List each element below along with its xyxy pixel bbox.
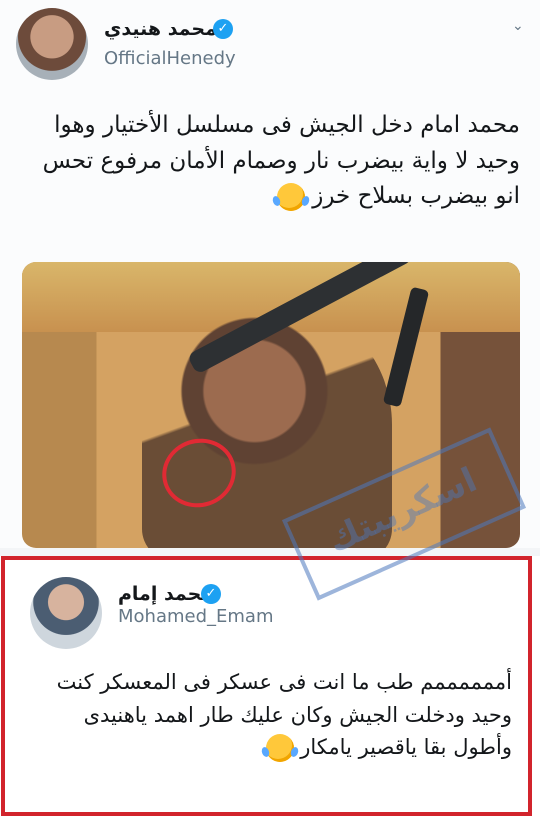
- chevron-down-icon[interactable]: ⌄: [512, 18, 526, 34]
- avatar[interactable]: [16, 8, 88, 80]
- reply-text: أممممممم طب ما انت فى عسكر فى المعسكر كن…: [38, 666, 512, 764]
- display-name[interactable]: محمد هنيدي: [104, 18, 217, 40]
- tears-of-joy-emoji-icon: [276, 182, 305, 211]
- tears-of-joy-emoji-icon: [265, 734, 294, 763]
- display-name[interactable]: محمد إمام: [118, 583, 213, 605]
- verified-badge-icon: ✓: [213, 19, 233, 39]
- tweet-text: محمد امام دخل الجيش فى مسلسل الأختيار وه…: [24, 108, 520, 215]
- user-handle[interactable]: Mohamed_Emam: [118, 606, 274, 627]
- avatar[interactable]: [30, 577, 102, 649]
- tweet-divider: [0, 548, 540, 556]
- verified-badge-icon: ✓: [201, 584, 221, 604]
- user-handle[interactable]: OfficialHenedy: [104, 48, 236, 69]
- tweet-screenshot: محمد هنيدي ✓ OfficialHenedy ⌄ محمد امام …: [0, 0, 540, 823]
